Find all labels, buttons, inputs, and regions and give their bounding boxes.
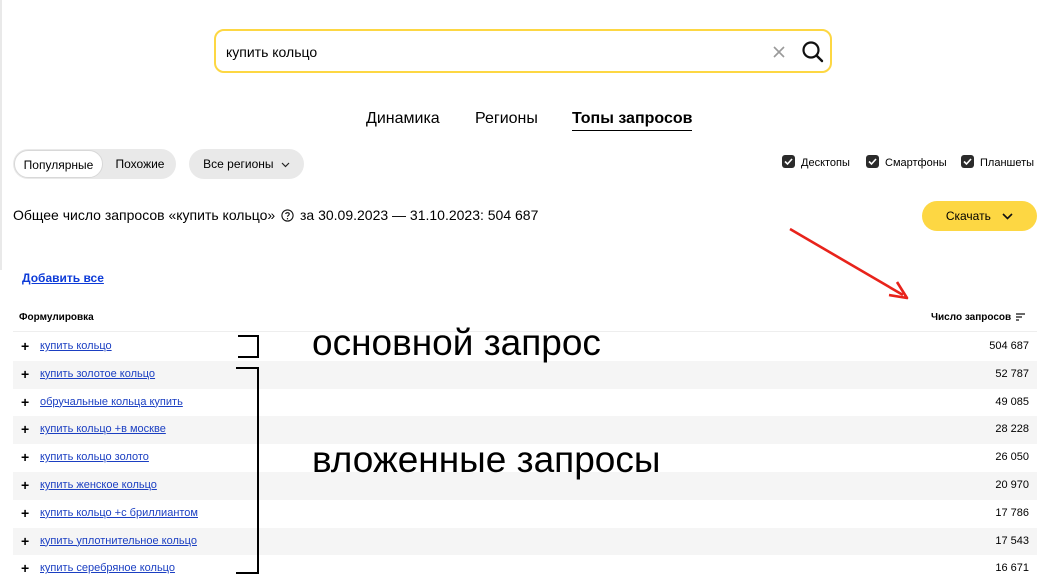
query-type-switch: Популярные Похожие <box>13 149 176 179</box>
query-link[interactable]: купить золотое кольцо <box>40 368 155 380</box>
download-button[interactable]: Скачать <box>922 201 1037 231</box>
query-link[interactable]: купить серебряное кольцо <box>40 562 175 574</box>
add-query-icon[interactable]: + <box>21 448 29 466</box>
window-edge <box>0 0 2 270</box>
segment-similar[interactable]: Похожие <box>105 150 175 178</box>
tab-dynamics[interactable]: Динамика <box>366 110 440 128</box>
add-query-icon[interactable]: + <box>21 476 29 494</box>
checkbox-desktop[interactable]: Десктопы <box>782 155 850 173</box>
query-link[interactable]: купить кольцо <box>40 340 112 352</box>
query-count: 28 228 <box>995 423 1029 436</box>
region-dropdown-label: Все регионы <box>203 157 274 171</box>
query-link[interactable]: купить уплотнительное кольцо <box>40 535 197 547</box>
tabs: Динамика Регионы Топы запросов <box>0 110 1053 134</box>
column-header-count-label: Число запросов <box>931 312 1012 323</box>
search-input[interactable] <box>226 42 746 62</box>
query-link[interactable]: обручальные кольца купить <box>40 396 183 408</box>
column-header-count[interactable]: Число запросов <box>931 312 1025 323</box>
column-header-query: Формулировка <box>19 312 94 323</box>
search-icon[interactable] <box>800 39 826 65</box>
query-count: 49 085 <box>995 395 1029 408</box>
query-count: 17 543 <box>995 534 1029 547</box>
annotation-brackets <box>236 335 259 574</box>
add-query-icon[interactable]: + <box>21 532 29 550</box>
table-row: + купить уплотнительное кольцо 17 543 <box>13 527 1037 556</box>
annotation-main-query: основной запрос <box>312 322 601 363</box>
query-count: 52 787 <box>995 367 1029 380</box>
annotation-nested-queries: вложенные запросы <box>312 439 661 480</box>
query-link[interactable]: купить кольцо +с бриллиантом <box>40 507 198 519</box>
search-box[interactable] <box>214 29 832 73</box>
table-row: + обручальные кольца купить 49 085 <box>13 389 1037 417</box>
add-query-icon[interactable]: + <box>21 559 29 577</box>
table-row: + купить золотое кольцо 52 787 <box>13 360 1037 389</box>
region-dropdown[interactable]: Все регионы <box>189 149 304 179</box>
checkbox-smartphone[interactable]: Смартфоны <box>866 155 947 173</box>
checkbox-smartphone-label: Смартфоны <box>885 157 947 169</box>
clear-icon[interactable] <box>770 41 788 63</box>
table-row: + купить кольцо +с бриллиантом 17 786 <box>13 500 1037 528</box>
query-count: 26 050 <box>995 451 1029 464</box>
query-count: 20 970 <box>995 478 1029 491</box>
checkbox-tablet[interactable]: Планшеты <box>961 155 1034 173</box>
tab-top-queries[interactable]: Топы запросов <box>572 110 693 131</box>
chevron-down-icon <box>1002 213 1013 220</box>
sort-icon[interactable] <box>1015 313 1025 321</box>
query-count: 504 687 <box>989 340 1029 352</box>
add-all-link[interactable]: Добавить все <box>22 271 104 285</box>
segment-popular[interactable]: Популярные <box>14 150 103 178</box>
query-link[interactable]: купить кольцо +в москве <box>40 423 166 435</box>
query-link[interactable]: купить женское кольцо <box>40 479 157 491</box>
checkbox-tablet-label: Планшеты <box>980 157 1035 169</box>
summary-suffix: за 30.09.2023 — 31.10.2023: 504 687 <box>299 207 539 223</box>
tab-regions[interactable]: Регионы <box>475 110 538 128</box>
add-query-icon[interactable]: + <box>21 365 29 383</box>
total-summary: Общее число запросов «купить кольцо» за … <box>13 207 538 223</box>
table-row: + купить серебряное кольцо 16 671 <box>13 555 1037 583</box>
annotation-arrow <box>789 227 909 300</box>
query-count: 17 786 <box>995 506 1029 519</box>
add-query-icon[interactable]: + <box>21 393 29 411</box>
summary-prefix: Общее число запросов «купить кольцо» <box>13 207 276 223</box>
checkbox-desktop-label: Десктопы <box>801 157 850 169</box>
download-button-label: Скачать <box>945 209 991 223</box>
query-count: 16 671 <box>995 562 1029 575</box>
chevron-down-icon <box>281 162 290 168</box>
add-query-icon[interactable]: + <box>21 420 29 438</box>
checkbox-checked-icon[interactable] <box>866 155 879 168</box>
add-query-icon[interactable]: + <box>21 504 29 522</box>
help-icon[interactable] <box>281 209 294 222</box>
checkbox-checked-icon[interactable] <box>782 155 795 168</box>
add-query-icon[interactable]: + <box>21 337 29 355</box>
checkbox-checked-icon[interactable] <box>961 155 974 168</box>
query-link[interactable]: купить кольцо золото <box>40 451 149 463</box>
